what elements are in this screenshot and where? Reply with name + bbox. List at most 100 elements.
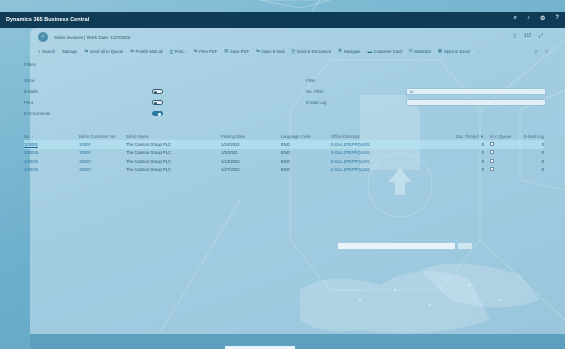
toolbar-action-12[interactable]: ▦ Open in Excel (438, 48, 470, 54)
toolbar-right-icons: ▽ ≡ (534, 49, 548, 54)
bell-icon[interactable]: ♪ (527, 15, 530, 22)
toolbar-action-11[interactable]: ⊡ Statistics (409, 48, 431, 54)
cell-no[interactable]: 103001 (24, 142, 79, 147)
queue-checkbox[interactable] (490, 158, 494, 163)
help-icon[interactable]: ? (555, 15, 559, 22)
queue-checkbox-cell (484, 150, 512, 155)
cell-office[interactable]: E-Doc.ZPEPPOL001 (331, 167, 414, 172)
app-header-bar: Dynamics 365 Business Central ⌕ ♪ ⚙ ? (0, 12, 565, 28)
bookmark-icon[interactable]: ▯ (513, 33, 516, 39)
col-language-code[interactable]: Language Code (281, 134, 331, 139)
queue-checkbox[interactable] (490, 167, 494, 172)
app-title: Dynamics 365 Business Central (6, 17, 90, 23)
table-row[interactable]: 103030 10000 The Cannon Group PLC 1/13/2022… (24, 157, 544, 166)
toolbar-action-label: Send all to Queue (89, 48, 124, 54)
queue-checkbox[interactable] (490, 150, 494, 155)
cell-log: 0 (541, 158, 544, 164)
header-actions: ▯ 1/2 ⤢ (513, 33, 543, 39)
filter-print-row: Print (24, 97, 169, 108)
toolbar-action-label: Search (42, 48, 56, 54)
toolbar-action-label: Open in Excel (443, 48, 470, 54)
col-bill-to-name[interactable]: Bill-to Name (126, 134, 221, 139)
page-header: ‹ Sales Invoices | Work Date: 1/27/2022 (38, 32, 130, 42)
search-icon[interactable]: ⌕ (514, 15, 517, 22)
cell-lang: ENG (281, 141, 291, 147)
toolbar-action-9[interactable]: ⌘ Navigate (338, 48, 361, 54)
queue-checkbox[interactable] (490, 141, 494, 146)
col-email-log[interactable]: E-Mail Log (512, 134, 544, 139)
cell-log: 0 (541, 167, 544, 173)
invoices-table: No. ↑ Bill-to Customer No. Bill-to Name … (24, 132, 544, 174)
toolbar-action-4[interactable]: ⎙ Print... (170, 49, 187, 54)
email-log-input[interactable] (406, 99, 546, 106)
toolbar-action-6[interactable]: ▤ Save PDF (224, 48, 249, 54)
emails-toggle[interactable] (152, 89, 163, 94)
table-body: 103001 10000 The Cannon Group PLC 1/24/2022… (24, 140, 544, 174)
table-row[interactable]: 103001 10000 The Cannon Group PLC 1/24/2022… (24, 140, 544, 149)
toolbar-action-icon: ⊡ (408, 48, 413, 53)
back-button[interactable]: ‹ (38, 32, 48, 42)
no-filter-row: No. Filter 10 (306, 86, 546, 97)
toolbar-action-2[interactable]: ⇆ Send all to Queue (84, 48, 123, 54)
filters-title: Filters (24, 62, 37, 67)
col-is-in-queue[interactable]: Is in Queue (484, 134, 512, 139)
cell-cust[interactable]: 10000 (79, 159, 126, 164)
filter-icon[interactable]: ▽ (534, 49, 537, 54)
cell-name: The Cannon Group PLC (126, 167, 172, 173)
cell-log: 0 (541, 141, 544, 147)
breadcrumb: Sales Invoices | Work Date: 1/27/2022 (54, 34, 131, 40)
queue-checkbox-cell (484, 167, 512, 172)
queue-checkbox-cell (484, 141, 512, 147)
toolbar-action-13[interactable]: ··· (477, 49, 481, 54)
table-header: No. ↑ Bill-to Customer No. Bill-to Name … (24, 132, 544, 140)
toolbar-action-icon: ⌕ (38, 48, 41, 54)
toolbar-action-label: Customer Card (373, 48, 402, 54)
table-row[interactable]: 103040 10000 The Cannon Group PLC 1/27/2022… (24, 166, 544, 175)
table-row[interactable]: 103015 10000 The Cannon Group PLC 1/5/2022 E… (24, 149, 544, 158)
action-bar: ⌕ Search Manage ⇆ Send all to Queue ⇆ Print/E-… (38, 46, 548, 56)
toolbar-action-10[interactable]: ▬ Customer Card (367, 49, 401, 54)
toolbar-action-0[interactable]: ⌕ Search (38, 49, 55, 54)
toolbar-action-icon: ⇆ (193, 48, 198, 53)
list-icon[interactable]: ≡ (546, 49, 548, 54)
arrow-left-icon: ‹ (42, 34, 44, 40)
loading-bar (338, 243, 455, 249)
edocuments-toggle[interactable] (152, 111, 163, 116)
print-toggle[interactable] (152, 100, 163, 105)
cell-cust[interactable]: 10000 (79, 142, 126, 147)
no-filter-label: No. Filter (306, 89, 324, 94)
toolbar-action-5[interactable]: ⇆ Print PDF (194, 48, 217, 54)
cell-office[interactable]: E-Doc.ZPEPPOL001 (331, 159, 414, 164)
gear-icon[interactable]: ⚙ (540, 15, 545, 22)
cell-cust[interactable]: 10000 (79, 150, 126, 155)
filter-fields: Filter No. Filter 10 E-Mail Log (306, 75, 546, 108)
col-office-directory[interactable]: Office Directory (331, 134, 414, 139)
toolbar-action-icon: ⇆ (130, 48, 135, 53)
toolbar-action-label: Print/E-Mail all (135, 48, 163, 54)
col-doc-printed[interactable]: Doc. Printed ▼ (414, 134, 484, 139)
cell-no[interactable]: 103015 (24, 150, 79, 155)
loading-bar-secondary (458, 243, 472, 249)
filter-title-row: Filter (306, 75, 546, 86)
expand-icon[interactable]: ⤢ (539, 33, 543, 39)
col-no[interactable]: No. ↑ (24, 134, 79, 139)
toolbar-action-7[interactable]: ⇆ Open E-Mail (256, 48, 285, 54)
filter-edocuments-row: E-Documents (24, 108, 169, 119)
toolbar-action-label: Print PDF (199, 48, 218, 54)
cell-office[interactable]: E-Doc.ZPEPPOL001 (331, 150, 414, 155)
no-filter-input[interactable]: 10 (406, 88, 546, 95)
cell-lang: ENG (281, 167, 291, 173)
cell-office[interactable]: E-Doc.ZPEPPOL001 (331, 142, 414, 147)
cell-no[interactable]: 103030 (24, 159, 79, 164)
col-posting-date[interactable]: Posting Date (221, 134, 281, 139)
cell-printed: 0 (481, 141, 484, 147)
col-bill-to-customer-no[interactable]: Bill-to Customer No. (79, 134, 126, 139)
cell-no[interactable]: 103040 (24, 167, 79, 172)
cell-cust[interactable]: 10000 (79, 167, 126, 172)
toolbar-action-icon: ⎙ (169, 48, 174, 54)
toolbar-action-1[interactable]: Manage (62, 49, 77, 54)
toolbar-action-icon: ⇆ (84, 48, 89, 53)
toolbar-action-icon: ▦ (437, 48, 443, 53)
toolbar-action-8[interactable]: ⎘ Send E-Document (292, 49, 331, 54)
toolbar-action-3[interactable]: ⇆ Print/E-Mail all (130, 48, 162, 54)
